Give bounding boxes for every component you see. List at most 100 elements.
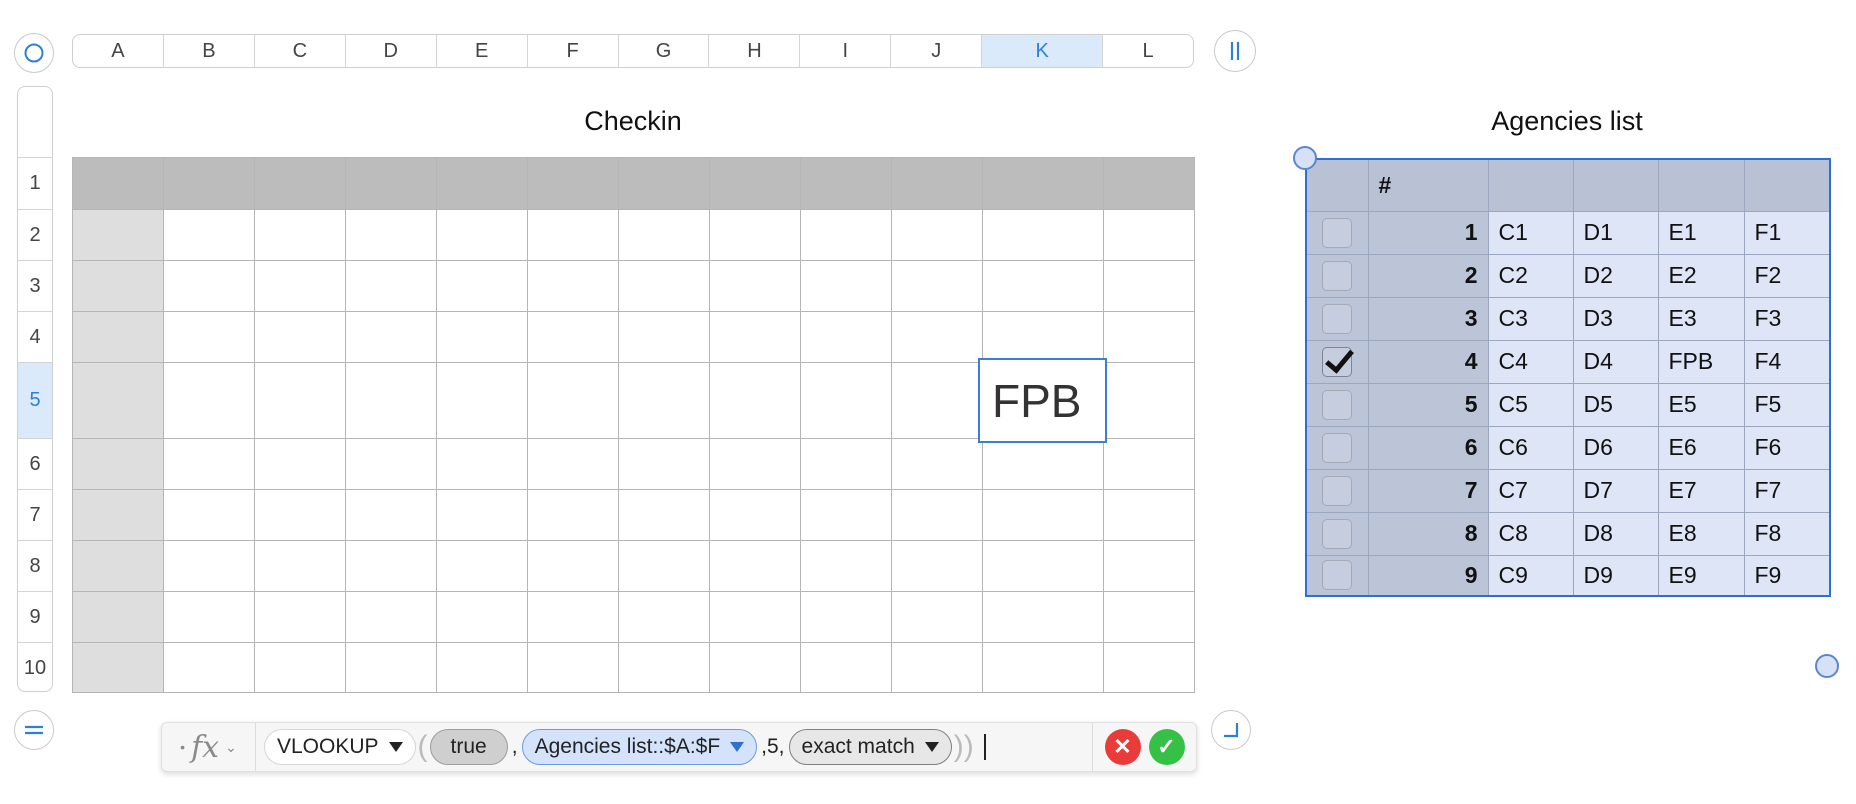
checkin-cell[interactable] [982, 438, 1104, 490]
agency-cell-e[interactable]: E2 [1657, 253, 1745, 298]
checkin-cell[interactable] [982, 540, 1104, 592]
row-header-1[interactable]: 1 [18, 158, 52, 210]
agency-cell-d[interactable]: D7 [1572, 468, 1659, 513]
checkin-cell[interactable] [254, 540, 346, 592]
checkin-cell[interactable] [345, 157, 437, 210]
agency-cell-d[interactable]: D2 [1572, 253, 1659, 298]
checkin-cell[interactable] [800, 157, 892, 210]
checkin-cell[interactable] [527, 642, 619, 693]
row-number-cell[interactable]: 3 [1367, 296, 1489, 341]
checkin-cell[interactable] [800, 362, 892, 439]
checkin-cell[interactable] [891, 489, 983, 541]
checkin-cell[interactable] [891, 642, 983, 693]
checkin-cell[interactable] [891, 591, 983, 643]
checkin-cell[interactable] [527, 489, 619, 541]
checkin-cell[interactable] [345, 362, 437, 439]
checkin-cell[interactable] [618, 260, 710, 312]
checkin-cell[interactable] [254, 260, 346, 312]
agency-cell-f[interactable]: F2 [1743, 253, 1831, 298]
agency-cell-c[interactable]: C6 [1487, 425, 1574, 470]
agency-cell-f[interactable]: F3 [1743, 296, 1831, 341]
checkin-cell[interactable] [163, 591, 255, 643]
checkin-cell[interactable] [345, 209, 437, 261]
row-checkbox[interactable] [1322, 560, 1353, 591]
column-header-f[interactable]: F [528, 35, 619, 67]
checkin-cell[interactable] [800, 438, 892, 490]
checkin-cell[interactable] [72, 157, 164, 210]
agency-cell-f[interactable]: F8 [1743, 511, 1831, 556]
agency-cell-e[interactable]: E9 [1657, 554, 1745, 597]
checkin-cell[interactable] [1103, 311, 1195, 363]
checkin-cell[interactable] [1103, 540, 1195, 592]
checkin-cell[interactable] [345, 489, 437, 541]
row-number-cell[interactable]: 7 [1367, 468, 1489, 513]
row-header-3[interactable]: 3 [18, 261, 52, 312]
checkin-cell[interactable] [163, 362, 255, 439]
agency-cell-c[interactable]: C9 [1487, 554, 1574, 597]
agency-cell-d[interactable]: D5 [1572, 382, 1659, 427]
row-number-cell[interactable]: 6 [1367, 425, 1489, 470]
checkin-cell[interactable] [72, 260, 164, 312]
checkin-cell[interactable] [527, 157, 619, 210]
checkin-cell[interactable] [254, 489, 346, 541]
row-number-cell[interactable]: 9 [1367, 554, 1489, 597]
row-header-6[interactable]: 6 [18, 439, 52, 490]
argument-token-range[interactable]: Agencies list::$A:$F [521, 729, 758, 765]
column-header-j[interactable]: J [891, 35, 983, 67]
function-token[interactable]: VLOOKUP [264, 729, 416, 765]
checkin-cell[interactable] [254, 438, 346, 490]
checkin-cell[interactable] [709, 311, 801, 363]
formula-menu-button[interactable]: • fx ⌄ [162, 723, 256, 771]
checkin-cell[interactable] [72, 362, 164, 439]
agency-cell-e[interactable]: E1 [1657, 210, 1745, 255]
argument-column-index[interactable]: ,5, [761, 735, 784, 759]
argument-token-match-type[interactable]: exact match [788, 729, 952, 765]
checkin-cell[interactable] [527, 260, 619, 312]
checkin-cell[interactable] [163, 157, 255, 210]
checkin-cell[interactable] [254, 209, 346, 261]
header-cell[interactable] [1305, 158, 1369, 212]
agency-cell-f[interactable]: F7 [1743, 468, 1831, 513]
column-header-h[interactable]: H [709, 35, 801, 67]
column-header-b[interactable]: B [164, 35, 255, 67]
checkin-cell[interactable] [1103, 362, 1195, 439]
checkin-cell[interactable] [345, 438, 437, 490]
checkin-cell[interactable] [618, 489, 710, 541]
checkin-cell[interactable] [436, 362, 528, 439]
agency-cell-e[interactable]: E3 [1657, 296, 1745, 341]
column-header-c[interactable]: C [255, 35, 346, 67]
row-header-9[interactable]: 9 [18, 592, 52, 643]
checkin-cell[interactable] [891, 362, 983, 439]
checkin-cell[interactable] [709, 362, 801, 439]
checkin-cell[interactable] [618, 642, 710, 693]
row-header-4[interactable]: 4 [18, 312, 52, 363]
header-cell[interactable] [1657, 158, 1745, 212]
column-header-e[interactable]: E [437, 35, 528, 67]
checkin-cell[interactable] [891, 540, 983, 592]
checkin-cell[interactable] [254, 157, 346, 210]
column-header-i[interactable]: I [800, 35, 892, 67]
agency-cell-d[interactable]: D8 [1572, 511, 1659, 556]
checkin-cell[interactable] [436, 489, 528, 541]
header-cell[interactable] [1572, 158, 1659, 212]
checkin-cell[interactable] [709, 260, 801, 312]
checkin-cell[interactable] [436, 260, 528, 312]
checkin-cell[interactable] [254, 591, 346, 643]
checkin-cell[interactable] [72, 209, 164, 261]
checkin-cell[interactable] [982, 260, 1104, 312]
checkin-cell[interactable] [163, 642, 255, 693]
checkin-cell[interactable] [163, 209, 255, 261]
checkin-cell[interactable] [163, 311, 255, 363]
row-header-10[interactable]: 10 [18, 643, 52, 691]
checkin-cell[interactable] [436, 540, 528, 592]
corner-resize-button[interactable] [1211, 710, 1251, 750]
checkin-cell[interactable] [163, 540, 255, 592]
checkin-cell[interactable] [345, 260, 437, 312]
row-header-8[interactable]: 8 [18, 541, 52, 592]
agency-cell-e[interactable]: E6 [1657, 425, 1745, 470]
checkin-cell[interactable] [345, 311, 437, 363]
header-cell[interactable] [1487, 158, 1574, 212]
column-header-l[interactable]: L [1103, 35, 1193, 67]
checkin-cell[interactable] [891, 311, 983, 363]
header-cell[interactable] [1743, 158, 1831, 212]
